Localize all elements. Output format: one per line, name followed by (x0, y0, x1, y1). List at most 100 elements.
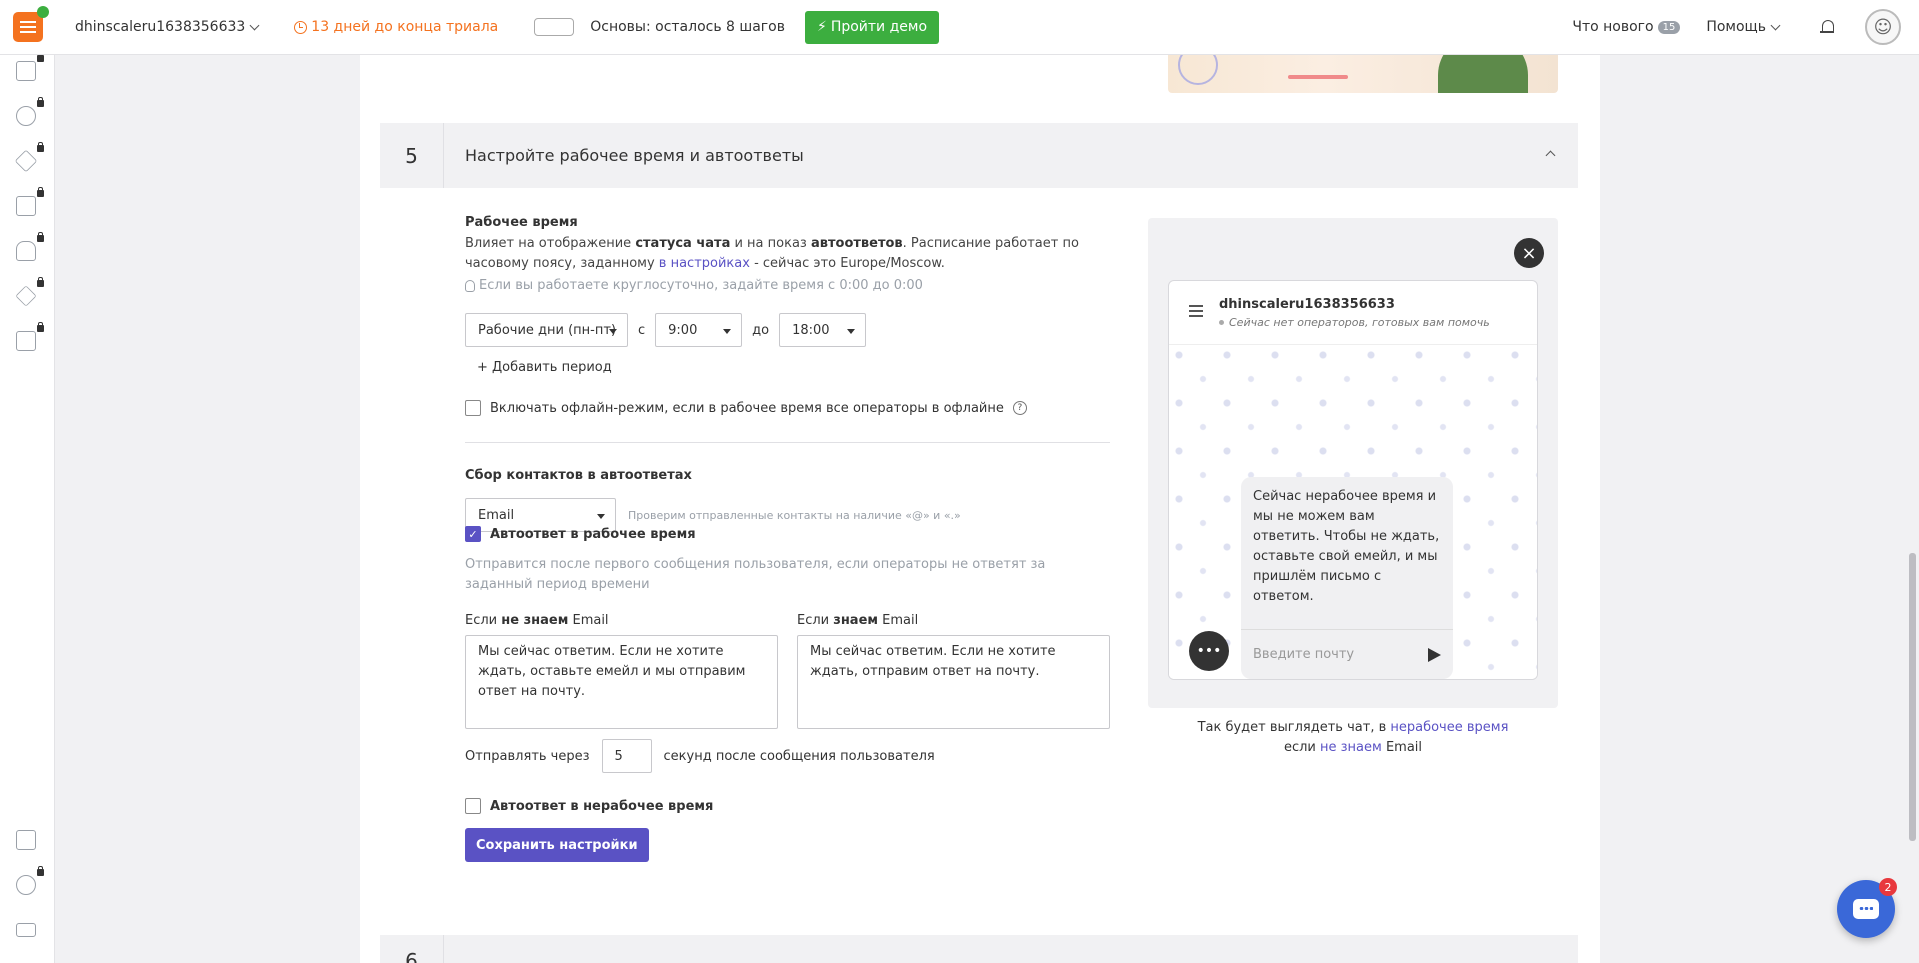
step6-header[interactable]: 6 (380, 935, 1578, 963)
email-input-preview: Введите почту (1241, 629, 1453, 679)
users-icon[interactable] (14, 97, 44, 130)
avatar[interactable]: ☺ (1865, 9, 1901, 45)
to-time-select[interactable]: 18:00 (779, 313, 867, 347)
analytics-icon[interactable] (14, 322, 44, 355)
demo-button[interactable]: ⚡ Пройти демо (804, 10, 940, 44)
from-label: с (638, 322, 646, 338)
save-settings-button[interactable]: Сохранить настройки (465, 828, 649, 862)
known-email-label: Если знаем Email (797, 613, 918, 628)
lock-icon (37, 52, 44, 62)
account-switcher[interactable]: dhinscaleru1638356633 (75, 19, 260, 35)
chat-icon[interactable] (14, 187, 44, 220)
step4-illustration (1168, 55, 1558, 93)
education-icon[interactable] (14, 277, 44, 310)
auto-offline-checkbox[interactable] (465, 798, 481, 814)
trial-notice[interactable]: 13 дней до конца триала (294, 19, 498, 35)
clock-icon (294, 20, 308, 34)
widget-body: Сейчас нерабочее время и мы не можем вам… (1169, 345, 1537, 679)
chevron-down-icon (249, 20, 260, 30)
menu-icon (1189, 305, 1203, 307)
user-icon: ☺ (1873, 16, 1893, 38)
offline-time-link[interactable]: нерабочее время (1390, 720, 1508, 735)
chevron-up-icon[interactable] (1545, 150, 1556, 161)
round-the-clock-hint: Если вы работаете круглосуточно, задайте… (465, 278, 1110, 293)
onboarding-progress[interactable] (534, 18, 575, 36)
sidebar (0, 52, 55, 963)
settings-icon[interactable] (14, 866, 44, 899)
divider (465, 442, 1110, 443)
label-text: Email (568, 613, 609, 628)
status-dot (1219, 320, 1224, 325)
widget-status-text: Сейчас нет операторов, готовых вам помоч… (1229, 316, 1490, 329)
bot-icon[interactable] (14, 232, 44, 265)
help-label: Помощь (1706, 19, 1766, 35)
working-hours-form: Рабочее время Влияет на отображение стат… (465, 215, 1110, 862)
contact-type-hint: Проверим отправленные контакты на наличи… (628, 508, 961, 522)
billing-icon[interactable] (14, 918, 40, 944)
chevron-down-icon (1770, 20, 1781, 30)
label-text: Если (797, 613, 834, 628)
delay-prefix: Отправлять через (465, 748, 590, 764)
question-icon[interactable]: ? (1012, 401, 1027, 415)
lock-icon (37, 232, 44, 242)
help-menu[interactable]: Помощь (1706, 19, 1781, 35)
account-name: dhinscaleru1638356633 (75, 19, 246, 35)
to-label: до (752, 322, 770, 338)
contact-type-value: Email (478, 507, 515, 523)
label-bold: знаем (833, 613, 879, 628)
auto-offline-row: Автоответ в нерабочее время (465, 798, 713, 814)
lock-icon (37, 866, 44, 876)
known-email-textarea[interactable]: Мы сейчас ответим. Если не хотите ждать,… (797, 635, 1110, 729)
close-icon[interactable]: × (1514, 238, 1544, 268)
chat-avatar-icon: ••• (1189, 631, 1229, 671)
onboarding-panel: 5 Настройте рабочее время и автоответы Р… (360, 55, 1600, 963)
from-time-select[interactable]: 9:00 (655, 313, 743, 347)
auto-working-checkbox[interactable]: ✓ (465, 526, 481, 542)
scrollbar-thumb[interactable] (1909, 553, 1916, 841)
home-icon[interactable] (14, 52, 44, 85)
chat-widget-preview: dhinscaleru1638356633 Сейчас нет операто… (1168, 280, 1538, 680)
settings-link[interactable]: в настройках (659, 256, 750, 271)
lock-icon (37, 142, 44, 152)
days-select-value: Рабочие дни (пн-пт) (478, 322, 617, 338)
demo-button-label: Пройти демо (830, 19, 928, 35)
app-logo[interactable] (0, 0, 55, 55)
page-scrollbar[interactable] (1906, 55, 1919, 963)
lightning-icon: ⚡ (816, 19, 827, 35)
dropdown-arrow-icon (847, 329, 856, 334)
support-chat-button[interactable]: 2 (1837, 878, 1897, 938)
step5-header[interactable]: 5 Настройте рабочее время и автоответы (380, 123, 1578, 188)
email-placeholder: Введите почту (1253, 647, 1355, 662)
desc-text: - сейчас это Europe/Moscow. (749, 256, 945, 271)
delay-suffix: секунд после сообщения пользователя (663, 748, 935, 764)
bell-icon[interactable] (1819, 18, 1835, 36)
days-select[interactable]: Рабочие дни (пн-пт) (465, 313, 628, 347)
lock-icon (37, 277, 44, 287)
offline-mode-label: Включать офлайн-режим, если в рабочее вр… (490, 400, 1004, 416)
delay-input[interactable]: 5 (601, 739, 652, 773)
unknown-email-link[interactable]: не знаем (1320, 740, 1382, 755)
chat-preview: × dhinscaleru1638356633 Сейчас нет опера… (1148, 218, 1558, 708)
top-bar: dhinscaleru1638356633 13 дней до конца т… (0, 0, 1919, 55)
puzzle-icon[interactable] (14, 828, 40, 854)
caption-text: Email (1381, 740, 1423, 755)
label-text: Если (465, 613, 502, 628)
delay-row: Отправлять через 5 секунд после сообщени… (465, 739, 935, 773)
contacts-heading: Сбор контактов в автоответах (465, 468, 692, 483)
lock-icon (37, 97, 44, 107)
step5-number: 5 (380, 123, 444, 188)
step6-number: 6 (380, 935, 444, 963)
widget-header: dhinscaleru1638356633 Сейчас нет операто… (1169, 281, 1537, 345)
carrot-logo-icon (12, 6, 49, 42)
whats-new-link[interactable]: Что нового 15 (1572, 19, 1681, 35)
from-time-value: 9:00 (668, 322, 698, 338)
auto-working-label: Автоответ в рабочее время (490, 526, 696, 542)
caption-text: если (1283, 740, 1320, 755)
dropdown-arrow-icon (609, 329, 617, 334)
onboarding-steps-text[interactable]: Основы: осталось 8 шагов (590, 19, 785, 35)
rocket-icon[interactable] (14, 142, 44, 175)
offline-mode-checkbox[interactable] (465, 400, 481, 416)
label-text: Email (878, 613, 919, 628)
add-period-button[interactable]: + Добавить период (477, 360, 612, 375)
unknown-email-textarea[interactable]: Мы сейчас ответим. Если не хотите ждать,… (465, 635, 778, 729)
